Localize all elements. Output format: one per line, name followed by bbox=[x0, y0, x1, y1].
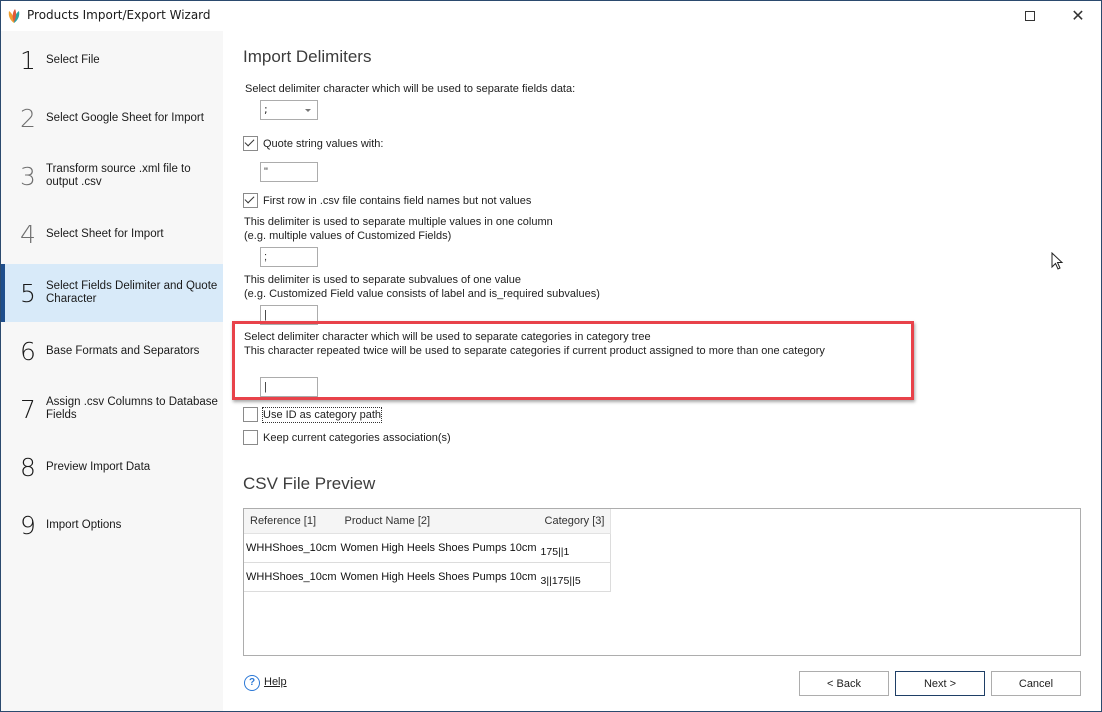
multi-value-delimiter-desc-1: This delimiter is used to separate multi… bbox=[244, 216, 553, 228]
multi-value-delimiter-input[interactable]: ; bbox=[260, 247, 318, 267]
subvalue-delimiter-desc-1: This delimiter is used to separate subva… bbox=[244, 274, 521, 286]
maximize-icon bbox=[1025, 11, 1035, 21]
table-header-row: Reference [1] Product Name [2] Category … bbox=[244, 509, 612, 534]
field-delimiter-select[interactable]: ; bbox=[260, 100, 318, 120]
step-label: Select File bbox=[46, 53, 100, 66]
sidebar-step-1[interactable]: 1 Select File bbox=[1, 31, 223, 89]
help-link[interactable]: Help bbox=[264, 676, 287, 688]
checkmark-icon bbox=[244, 193, 255, 204]
sidebar-step-8[interactable]: 8 Preview Import Data bbox=[1, 438, 223, 496]
field-delimiter-value: ; bbox=[264, 103, 268, 116]
main-panel: Import Delimiters Select delimiter chara… bbox=[223, 31, 1101, 711]
keep-categories-label: Keep current categories association(s) bbox=[263, 432, 451, 444]
import-delimiters-heading: Import Delimiters bbox=[243, 47, 372, 66]
cell-product-name: Women High Heels Shoes Pumps 10cm bbox=[338, 562, 539, 592]
use-id-category-path-checkbox[interactable] bbox=[243, 407, 258, 422]
sidebar-step-6[interactable]: 6 Base Formats and Separators bbox=[1, 322, 223, 380]
step-number: 3 bbox=[20, 161, 36, 191]
mouse-pointer-icon bbox=[1051, 252, 1064, 270]
chevron-down-icon bbox=[305, 109, 311, 112]
back-button[interactable]: < Back bbox=[799, 671, 889, 696]
title-bar: Products Import/Export Wizard ✕ bbox=[1, 1, 1101, 31]
csv-preview-grid[interactable]: Reference [1] Product Name [2] Category … bbox=[243, 508, 1081, 656]
step-label: Assign .csv Columns to Database Fields bbox=[46, 396, 218, 421]
first-row-names-label: First row in .csv file contains field na… bbox=[263, 195, 532, 207]
step-label: Import Options bbox=[46, 518, 122, 531]
quote-string-checkbox[interactable] bbox=[243, 136, 258, 151]
sidebar-step-7[interactable]: 7 Assign .csv Columns to Database Fields bbox=[1, 380, 223, 438]
first-row-names-checkbox[interactable] bbox=[243, 193, 258, 208]
sidebar-step-9[interactable]: 9 Import Options bbox=[1, 496, 223, 554]
column-header-reference[interactable]: Reference [1] bbox=[244, 509, 339, 534]
sidebar-step-3[interactable]: 3 Transform source .xml file to output .… bbox=[1, 147, 223, 205]
step-label: Preview Import Data bbox=[46, 460, 151, 473]
step-label: Select Sheet for Import bbox=[46, 227, 164, 240]
step-number: 2 bbox=[20, 103, 36, 133]
field-delimiter-label: Select delimiter character which will be… bbox=[245, 83, 576, 95]
table-row[interactable]: WHHShoes_10cm Women High Heels Shoes Pum… bbox=[244, 533, 612, 563]
checkmark-icon bbox=[244, 136, 255, 147]
app-logo-icon bbox=[8, 9, 20, 23]
wizard-steps-sidebar: 1 Select File 2 Select Google Sheet for … bbox=[1, 31, 223, 711]
category-delimiter-desc-2: This character repeated twice will be us… bbox=[244, 345, 825, 357]
cell-category: 175||1 bbox=[538, 533, 612, 563]
step-number: 5 bbox=[20, 278, 36, 308]
step-label: Transform source .xml file to output .cs… bbox=[46, 163, 191, 188]
column-header-category[interactable]: Category [3] bbox=[538, 509, 612, 534]
step-label: Select Fields Delimiter and Quote Charac… bbox=[46, 280, 218, 305]
next-button[interactable]: Next > bbox=[895, 671, 985, 696]
multi-value-delimiter-desc-2: (e.g. multiple values of Customized Fiel… bbox=[244, 230, 452, 242]
category-delimiter-input[interactable]: | bbox=[260, 377, 318, 397]
cancel-button[interactable]: Cancel bbox=[991, 671, 1081, 696]
subvalue-delimiter-input[interactable]: | bbox=[260, 305, 318, 325]
step-number: 8 bbox=[20, 452, 36, 482]
maximize-button[interactable] bbox=[1007, 1, 1053, 31]
close-button[interactable]: ✕ bbox=[1055, 1, 1101, 31]
step-number: 9 bbox=[20, 510, 36, 540]
table-row[interactable]: WHHShoes_10cm Women High Heels Shoes Pum… bbox=[244, 562, 612, 592]
cell-category: 3||175||5 bbox=[538, 562, 612, 592]
column-header-product-name[interactable]: Product Name [2] bbox=[338, 509, 539, 534]
step-number: 6 bbox=[20, 336, 36, 366]
keep-categories-checkbox[interactable] bbox=[243, 430, 258, 445]
cell-reference: WHHShoes_10cm bbox=[244, 533, 339, 563]
step-number: 1 bbox=[20, 45, 36, 75]
window-title: Products Import/Export Wizard bbox=[27, 8, 211, 22]
step-label: Select Google Sheet for Import bbox=[46, 111, 204, 124]
category-delimiter-desc-1: Select delimiter character which will be… bbox=[244, 331, 651, 343]
csv-preview-heading: CSV File Preview bbox=[243, 474, 376, 493]
sidebar-step-5[interactable]: 5 Select Fields Delimiter and Quote Char… bbox=[1, 264, 223, 322]
step-label: Base Formats and Separators bbox=[46, 344, 200, 357]
close-icon: ✕ bbox=[1071, 6, 1085, 25]
csv-preview-table: Reference [1] Product Name [2] Category … bbox=[244, 509, 612, 592]
cell-product-name: Women High Heels Shoes Pumps 10cm bbox=[338, 533, 539, 563]
sidebar-step-4[interactable]: 4 Select Sheet for Import bbox=[1, 205, 223, 263]
quote-char-input[interactable]: " bbox=[260, 162, 318, 182]
wizard-window: Products Import/Export Wizard ✕ 1 Select… bbox=[0, 0, 1102, 712]
step-number: 7 bbox=[20, 394, 36, 424]
quote-string-label: Quote string values with: bbox=[263, 138, 384, 150]
sidebar-step-2[interactable]: 2 Select Google Sheet for Import bbox=[1, 89, 223, 147]
cell-reference: WHHShoes_10cm bbox=[244, 562, 339, 592]
use-id-category-path-label: Use ID as category path bbox=[261, 407, 383, 423]
step-number: 4 bbox=[20, 219, 36, 249]
help-icon[interactable]: ? bbox=[244, 675, 260, 691]
subvalue-delimiter-desc-2: (e.g. Customized Field value consists of… bbox=[244, 288, 600, 300]
